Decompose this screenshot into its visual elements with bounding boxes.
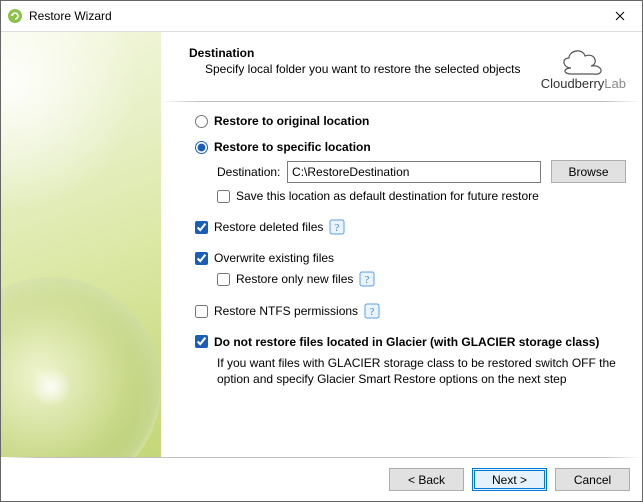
restore-original-label[interactable]: Restore to original location bbox=[214, 114, 369, 128]
wizard-sidebar-graphic bbox=[1, 32, 161, 457]
close-icon bbox=[615, 11, 625, 21]
help-icon[interactable]: ? bbox=[329, 219, 345, 235]
page-title: Destination bbox=[189, 46, 533, 60]
restore-specific-radio[interactable] bbox=[195, 141, 208, 154]
restore-only-new-label[interactable]: Restore only new files bbox=[236, 272, 353, 286]
window-title: Restore Wizard bbox=[29, 9, 597, 23]
destination-input[interactable] bbox=[287, 161, 541, 183]
svg-text:?: ? bbox=[335, 223, 340, 234]
page-subtitle: Specify local folder you want to restore… bbox=[205, 62, 533, 78]
restore-wizard-window: Restore Wizard Destination Specify local… bbox=[0, 0, 643, 502]
window-close-button[interactable] bbox=[597, 1, 642, 31]
restore-deleted-checkbox[interactable] bbox=[195, 221, 208, 234]
help-icon[interactable]: ? bbox=[359, 271, 375, 287]
wizard-main-panel: Destination Specify local folder you wan… bbox=[161, 32, 642, 457]
overwrite-label[interactable]: Overwrite existing files bbox=[214, 251, 334, 265]
restore-original-radio[interactable] bbox=[195, 115, 208, 128]
app-icon bbox=[7, 8, 23, 24]
next-button[interactable]: Next > bbox=[472, 468, 547, 491]
overwrite-checkbox[interactable] bbox=[195, 252, 208, 265]
save-default-checkbox[interactable] bbox=[217, 190, 230, 203]
help-icon[interactable]: ? bbox=[364, 303, 380, 319]
restore-ntfs-label[interactable]: Restore NTFS permissions bbox=[214, 304, 358, 318]
glacier-skip-checkbox[interactable] bbox=[195, 335, 208, 348]
restore-specific-label[interactable]: Restore to specific location bbox=[214, 140, 371, 154]
svg-text:?: ? bbox=[370, 307, 375, 318]
save-default-label[interactable]: Save this location as default destinatio… bbox=[236, 189, 539, 203]
glacier-skip-label[interactable]: Do not restore files located in Glacier … bbox=[214, 335, 599, 349]
titlebar: Restore Wizard bbox=[1, 1, 642, 32]
destination-label: Destination: bbox=[217, 165, 280, 179]
brand-suffix: Lab bbox=[604, 76, 626, 91]
brand-name: Cloudberry bbox=[541, 76, 605, 91]
restore-ntfs-checkbox[interactable] bbox=[195, 305, 208, 318]
brand-logo: CloudberryLab bbox=[541, 46, 626, 91]
svg-text:?: ? bbox=[365, 275, 370, 286]
header-separator bbox=[161, 101, 642, 102]
cancel-button[interactable]: Cancel bbox=[555, 468, 630, 491]
browse-button[interactable]: Browse bbox=[551, 160, 626, 183]
wizard-footer: < Back Next > Cancel bbox=[1, 458, 642, 501]
restore-deleted-label[interactable]: Restore deleted files bbox=[214, 220, 323, 234]
glacier-note: If you want files with GLACIER storage c… bbox=[217, 355, 622, 387]
back-button[interactable]: < Back bbox=[389, 468, 464, 491]
restore-only-new-checkbox[interactable] bbox=[217, 273, 230, 286]
cloud-icon bbox=[541, 46, 626, 76]
